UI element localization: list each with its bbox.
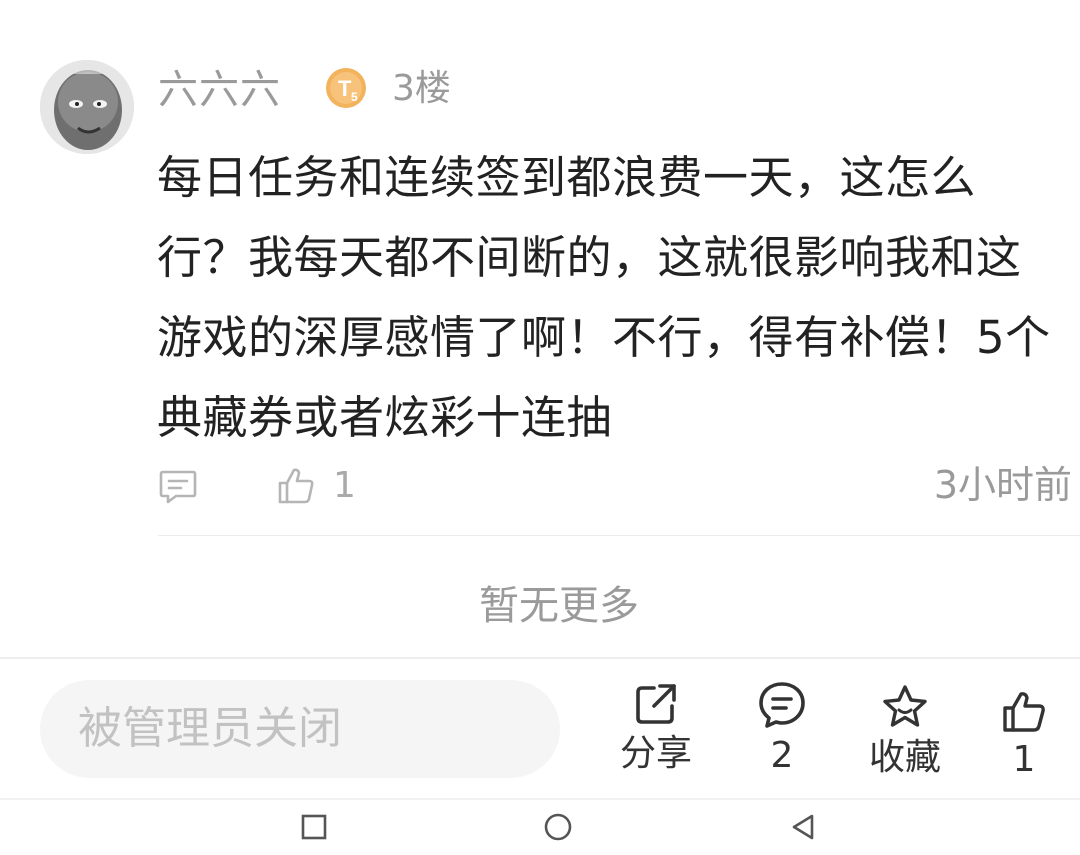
home-icon[interactable]	[543, 812, 573, 842]
floor-number: 3楼	[392, 68, 451, 109]
comment-input-placeholder: 被管理员关闭	[78, 703, 342, 754]
comments-button[interactable]: 2	[740, 680, 824, 778]
comment-timestamp: 3小时前	[933, 463, 1072, 507]
recent-apps-icon[interactable]	[300, 813, 328, 841]
like-button[interactable]: 1	[996, 690, 1052, 782]
thumb-up-icon[interactable]	[276, 466, 316, 506]
action-bar-border	[0, 657, 1080, 659]
comment-username[interactable]: 六六六	[158, 64, 281, 116]
share-label: 分享	[619, 733, 692, 774]
favorite-label: 收藏	[868, 737, 941, 778]
comment-like-count: 1	[333, 465, 356, 506]
level-badge-icon: T 5	[324, 66, 368, 110]
comment-count: 2	[770, 735, 794, 776]
star-icon	[883, 685, 927, 727]
system-navigation-bar	[0, 800, 1080, 855]
comment-content: 每日任务和连续签到都浪费一天，这怎么行？我每天都不间断的，这就很影响我和这游戏的…	[157, 151, 1051, 444]
divider	[158, 535, 1080, 536]
back-icon[interactable]	[788, 812, 818, 842]
comment-input-disabled[interactable]: 被管理员关闭	[40, 680, 560, 778]
favorite-button[interactable]: 收藏	[862, 682, 948, 780]
share-icon	[636, 684, 676, 724]
list-end-text: 暂无更多	[479, 583, 639, 629]
share-button[interactable]: 分享	[612, 680, 700, 776]
like-total: 1	[1012, 739, 1036, 780]
comment-bubble-icon	[759, 682, 805, 728]
thumb-up-icon	[1003, 692, 1045, 732]
comment-reply-icon[interactable]	[158, 466, 198, 506]
badge-letter: T	[338, 76, 352, 101]
user-avatar[interactable]	[40, 60, 134, 154]
badge-level: 5	[351, 90, 358, 104]
